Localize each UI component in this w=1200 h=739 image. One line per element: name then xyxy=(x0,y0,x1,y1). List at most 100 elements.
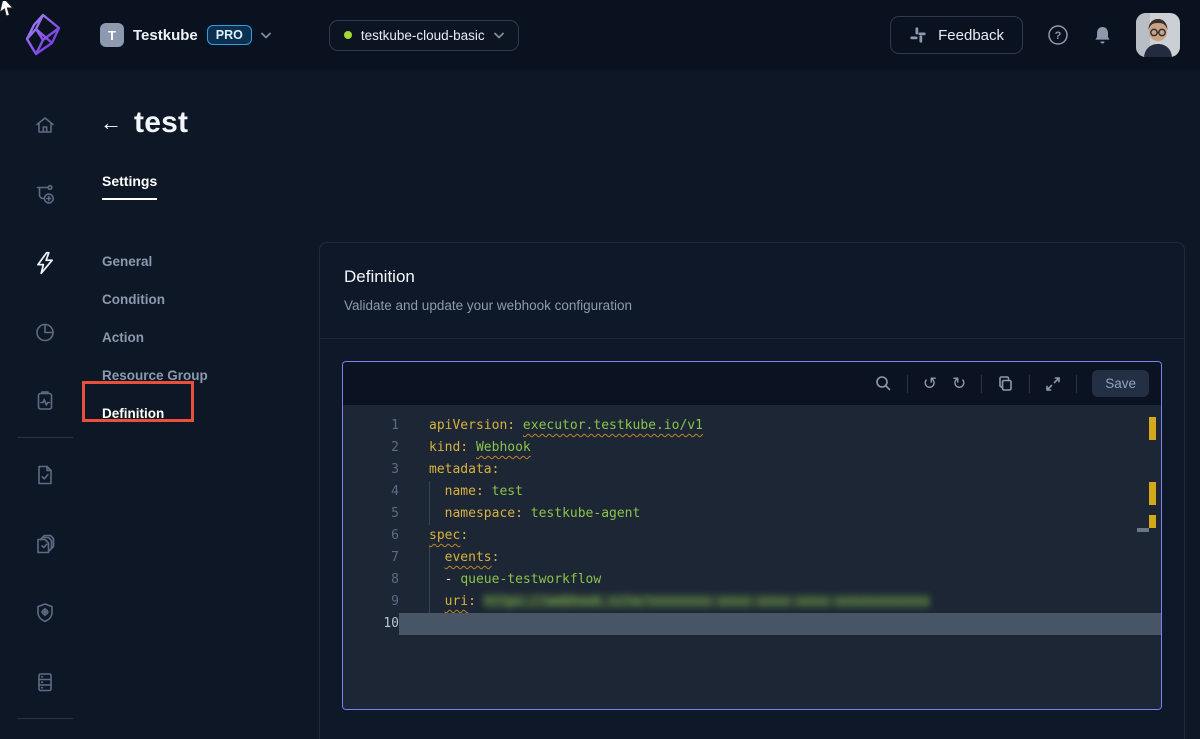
line-number: 2 xyxy=(343,437,399,459)
chevron-down-icon xyxy=(261,32,271,39)
bell-icon xyxy=(1093,25,1112,46)
code-line[interactable]: 6spec: xyxy=(343,525,1161,547)
warning-mark xyxy=(1149,515,1156,528)
scrollbar-nub[interactable] xyxy=(1137,528,1149,532)
line-number: 9 xyxy=(343,591,399,613)
help-button[interactable]: ? xyxy=(1047,24,1069,46)
line-number: 10 xyxy=(343,613,399,635)
save-button[interactable]: Save xyxy=(1092,370,1149,397)
toolbar-divider xyxy=(907,375,908,393)
sidebar-item-triggers[interactable] xyxy=(0,159,90,228)
org-selector[interactable]: T Testkube PRO xyxy=(100,23,271,47)
line-number: 3 xyxy=(343,459,399,481)
sidebar-item-insights[interactable] xyxy=(0,297,90,366)
subnav-item-general[interactable]: General xyxy=(102,242,319,280)
environment-selector[interactable]: testkube-cloud-basic xyxy=(329,20,519,51)
feedback-button[interactable]: Feedback xyxy=(890,16,1023,54)
notifications-button[interactable] xyxy=(1093,25,1112,46)
redacted-uri: https://webhook.site/xxxxxxxx-xxxx-xxxx-… xyxy=(484,594,930,609)
sidebar-item-tests[interactable] xyxy=(0,440,90,509)
code-line[interactable]: 7 events: xyxy=(343,547,1161,569)
settings-subnav: General Condition Action Resource Group … xyxy=(98,242,319,739)
lightning-icon xyxy=(32,250,58,276)
sidebar-item-sources[interactable] xyxy=(0,647,90,716)
slack-icon xyxy=(909,26,927,44)
toolbar-divider xyxy=(1029,375,1030,393)
topbar: T Testkube PRO testkube-cloud-basic Feed… xyxy=(0,0,1200,70)
code-line[interactable]: 10 xyxy=(343,613,1161,635)
back-button[interactable]: ← xyxy=(98,112,124,134)
pro-badge: PRO xyxy=(207,25,252,46)
docs-stack-icon xyxy=(32,531,58,557)
expand-icon xyxy=(1045,376,1061,392)
toolbar-divider xyxy=(981,375,982,393)
sidebar-item-status[interactable] xyxy=(0,366,90,435)
chevron-down-icon xyxy=(494,32,504,39)
home-icon xyxy=(33,113,57,137)
code-line[interactable]: 4 name: test xyxy=(343,481,1161,503)
line-number: 5 xyxy=(343,503,399,525)
org-name: Testkube xyxy=(133,27,198,44)
feedback-label: Feedback xyxy=(938,27,1004,44)
copy-button[interactable] xyxy=(997,375,1014,392)
main-content: ← test Settings General Condition Action… xyxy=(90,70,1200,739)
line-number: 8 xyxy=(343,569,399,591)
redo-icon: ↻ xyxy=(952,375,966,392)
undo-button[interactable]: ↺ xyxy=(923,375,937,392)
yaml-editor: ↺ ↻ xyxy=(342,361,1162,710)
testkube-logo[interactable] xyxy=(22,12,64,58)
doc-check-icon xyxy=(33,463,57,487)
code-line[interactable]: 2kind: Webhook xyxy=(343,437,1161,459)
toolbar-divider xyxy=(1076,375,1077,393)
code-line[interactable]: 8 - queue-testworkflow xyxy=(343,569,1161,591)
sidebar-item-webhooks[interactable] xyxy=(0,228,90,297)
shield-gear-icon xyxy=(33,601,57,625)
sidebar xyxy=(0,70,90,739)
subnav-item-resource-group[interactable]: Resource Group xyxy=(102,356,319,394)
trigger-icon xyxy=(33,182,57,206)
sidebar-divider xyxy=(17,437,73,438)
card-title: Definition xyxy=(344,267,1160,287)
overview-ruler xyxy=(1148,405,1156,709)
code-line[interactable]: 1apiVersion: executor.testkube.io/v1 xyxy=(343,415,1161,437)
editor-toolbar: ↺ ↻ xyxy=(343,362,1161,405)
line-number: 7 xyxy=(343,547,399,569)
undo-icon: ↺ xyxy=(923,375,937,392)
subnav-item-definition[interactable]: Definition xyxy=(102,394,319,432)
env-name: testkube-cloud-basic xyxy=(361,28,485,43)
sidebar-divider xyxy=(17,718,73,719)
code-line[interactable]: 3metadata: xyxy=(343,459,1161,481)
sidebar-item-test-suites[interactable] xyxy=(0,509,90,578)
org-avatar: T xyxy=(100,23,124,47)
search-icon xyxy=(875,375,892,392)
pie-chart-icon xyxy=(33,320,57,344)
sidebar-item-home[interactable] xyxy=(0,90,90,159)
env-status-dot xyxy=(344,31,352,39)
redo-button[interactable]: ↻ xyxy=(952,375,966,392)
line-number: 4 xyxy=(343,481,399,503)
line-number: 1 xyxy=(343,415,399,437)
search-button[interactable] xyxy=(875,375,892,392)
code-area[interactable]: 1apiVersion: executor.testkube.io/v12kin… xyxy=(343,405,1161,709)
code-line[interactable]: 5 namespace: testkube-agent xyxy=(343,503,1161,525)
svg-text:?: ? xyxy=(1055,30,1062,42)
clipboard-pulse-icon xyxy=(33,389,57,413)
warning-mark xyxy=(1149,482,1156,505)
expand-button[interactable] xyxy=(1045,376,1061,392)
user-avatar[interactable] xyxy=(1136,13,1180,57)
help-icon: ? xyxy=(1047,24,1069,46)
sidebar-item-executors[interactable] xyxy=(0,578,90,647)
card-subtitle: Validate and update your webhook configu… xyxy=(344,298,1160,313)
line-number: 6 xyxy=(343,525,399,547)
definition-card: Definition Validate and update your webh… xyxy=(319,242,1185,739)
server-icon xyxy=(33,670,57,694)
page-title: test xyxy=(134,106,188,140)
tab-settings[interactable]: Settings xyxy=(102,173,157,200)
copy-icon xyxy=(997,375,1014,392)
code-line[interactable]: 9 uri: https://webhook.site/xxxxxxxx-xxx… xyxy=(343,591,1161,613)
subnav-item-condition[interactable]: Condition xyxy=(102,280,319,318)
warning-mark xyxy=(1149,417,1156,440)
tabs: Settings xyxy=(102,173,1200,200)
subnav-item-action[interactable]: Action xyxy=(102,318,319,356)
code-lines: 1apiVersion: executor.testkube.io/v12kin… xyxy=(343,415,1161,635)
